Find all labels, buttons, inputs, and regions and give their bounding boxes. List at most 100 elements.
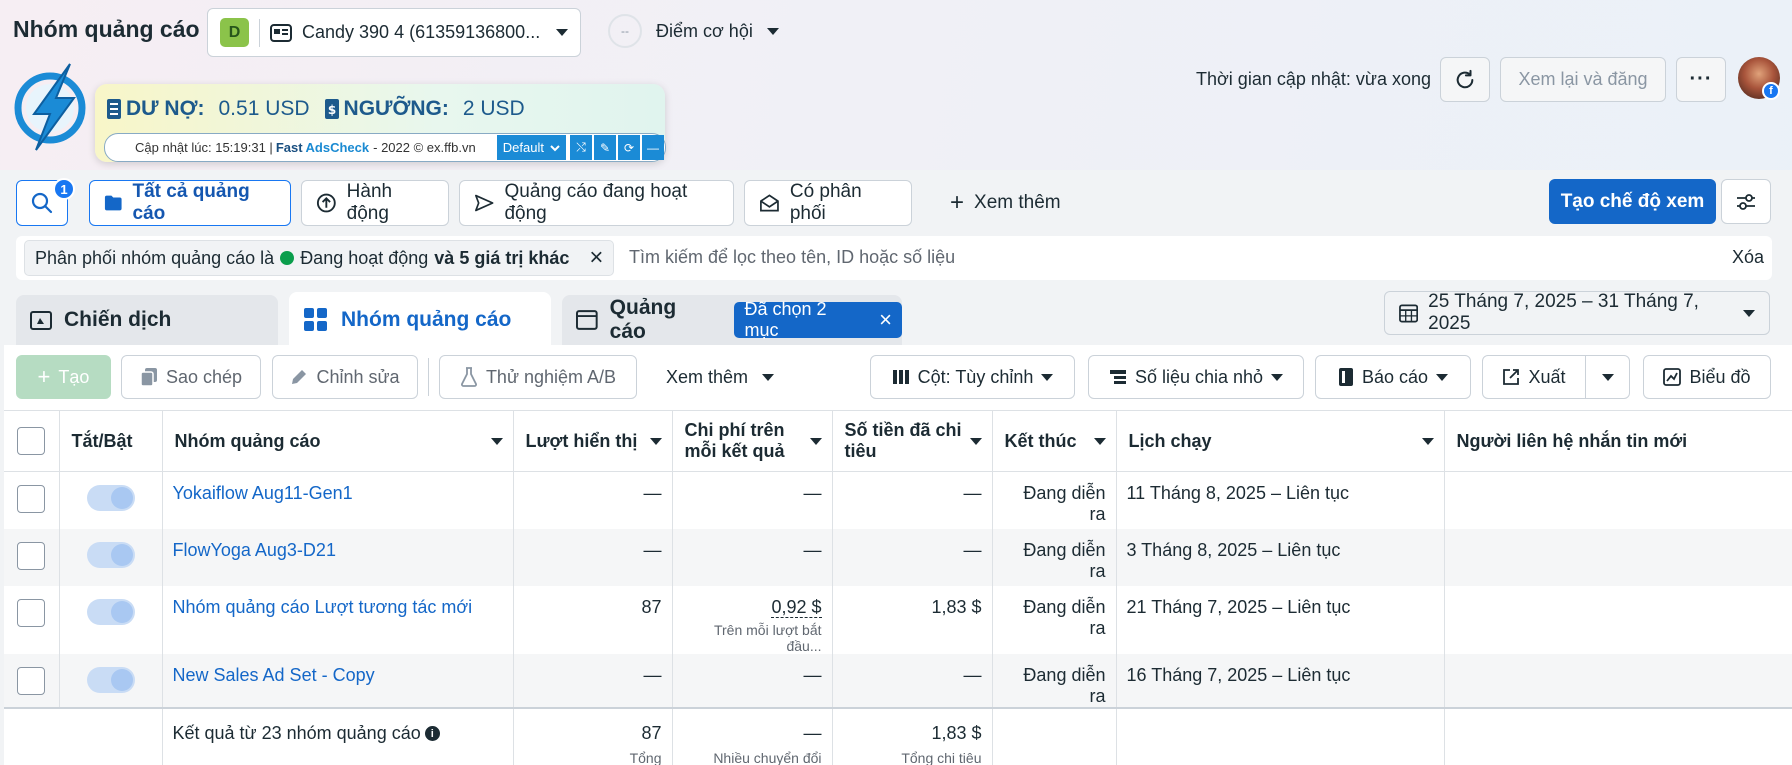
tab-all-ads-label: Tất cả quảng cáo <box>132 181 250 224</box>
column-name[interactable]: Nhóm quảng cáo <box>162 410 514 472</box>
create-view-button[interactable]: Tạo chế độ xem <box>1549 179 1716 224</box>
more-actions-label: Xem thêm <box>665 366 749 387</box>
create-button[interactable]: + Tạo <box>16 355 111 399</box>
totals-impressions-cell: 87 Tổng <box>513 706 673 765</box>
charts-button[interactable]: Biểu đồ <box>1643 355 1771 399</box>
tab-all-ads[interactable]: Tất cả quảng cáo <box>89 180 291 226</box>
refresh-icon <box>1456 69 1474 88</box>
chevron-down-icon <box>1436 373 1449 381</box>
ab-test-button[interactable]: Thử nghiệm A/B <box>439 355 637 399</box>
minimize-icon[interactable]: — <box>642 135 664 160</box>
date-range-picker[interactable]: 25 Tháng 7, 2025 – 31 Tháng 7, 2025 <box>1384 291 1770 335</box>
table-row[interactable]: Yokaiflow Aug11-Gen1 — — — Đang diễn ra … <box>4 471 1792 529</box>
schedule-cell: 11 Tháng 8, 2025 – Liên tục <box>1116 471 1445 529</box>
divider <box>428 358 429 396</box>
column-cost-per-result[interactable]: Chi phí trên mỗi kết quả <box>672 410 833 472</box>
tab-campaigns[interactable]: Chiến dịch <box>16 295 278 345</box>
opportunity-score[interactable]: -- Điểm cơ hội <box>608 14 779 48</box>
impressions-cell: — <box>513 471 673 529</box>
refresh-button[interactable] <box>1440 57 1490 102</box>
account-card-icon <box>270 23 292 42</box>
column-toggle[interactable]: Tắt/Bật <box>59 410 163 472</box>
adset-toggle[interactable] <box>86 598 135 625</box>
columns-icon <box>892 370 909 384</box>
sync-icon[interactable]: ⟳ <box>618 135 640 160</box>
view-settings-button[interactable] <box>1721 179 1771 224</box>
duplicate-button[interactable]: Sao chép <box>121 355 261 399</box>
column-schedule[interactable]: Lịch chạy <box>1116 410 1445 472</box>
profile-select[interactable]: Default <box>496 135 566 160</box>
export-button[interactable]: Xuất <box>1482 355 1586 399</box>
review-publish-button[interactable]: Xem lại và đăng <box>1500 57 1666 102</box>
amount-spent-cell: 1,83 $ <box>832 585 993 654</box>
column-amount-spent[interactable]: Số tiền đã chi tiêu <box>832 410 993 472</box>
row-checkbox[interactable] <box>17 541 46 570</box>
column-impressions-label: Lượt hiển thị <box>525 430 638 451</box>
totals-cpr: — <box>803 722 822 743</box>
column-new-messaging[interactable]: Người liên hệ nhắn tin mới <box>1444 410 1792 472</box>
totals-spent: 1,83 $ <box>931 722 982 743</box>
edit-button[interactable]: Chỉnh sửa <box>272 355 418 399</box>
chevron-down-icon <box>1743 309 1755 317</box>
filter-chip-suffix: và 5 giá trị khác <box>434 247 570 268</box>
adset-name-link[interactable]: Yokaiflow Aug11-Gen1 <box>173 483 353 503</box>
close-icon[interactable]: × <box>879 307 892 333</box>
adset-name-link[interactable]: FlowYoga Aug3-D21 <box>173 540 336 560</box>
adset-name-link[interactable]: Nhóm quảng cáo Lượt tương tác mới <box>173 597 473 617</box>
column-impressions[interactable]: Lượt hiển thị <box>513 410 673 472</box>
table-row[interactable]: Nhóm quảng cáo Lượt tương tác mới 87 0,9… <box>4 585 1792 654</box>
debt-label: DƯ NỢ: <box>126 97 205 120</box>
column-ends[interactable]: Kết thúc <box>992 410 1117 472</box>
sort-icon <box>969 438 982 445</box>
row-checkbox[interactable] <box>17 598 46 627</box>
more-options-button[interactable]: ··· <box>1676 57 1726 102</box>
external-link-icon <box>1503 369 1520 385</box>
table-row[interactable]: FlowYoga Aug3-D21 — — — Đang diễn ra 3 T… <box>4 528 1792 586</box>
selected-count-chip[interactable]: Đã chọn 2 mục × <box>734 299 903 340</box>
sort-icon <box>490 438 503 445</box>
tab-delivered-label: Có phân phối <box>789 181 862 224</box>
filter-search-input[interactable]: Tìm kiếm để lọc theo tên, ID hoặc số liệ… <box>629 247 955 268</box>
row-checkbox[interactable] <box>17 485 46 513</box>
search-count-badge: 1 <box>53 178 75 200</box>
adset-toggle[interactable] <box>86 666 135 693</box>
adset-toggle[interactable] <box>86 541 135 568</box>
account-selector[interactable]: D Candy 390 4 (61359136800... <box>207 8 581 57</box>
columns-button[interactable]: Cột: Tùy chỉnh <box>870 355 1075 399</box>
debt-value: 0.51 USD <box>218 97 310 120</box>
tab-see-more-label: Xem thêm <box>974 192 1061 213</box>
charts-label: Biểu đồ <box>1689 366 1751 387</box>
reports-button[interactable]: Báo cáo <box>1315 355 1471 399</box>
tab-delivered[interactable]: Có phân phối <box>744 180 912 226</box>
shuffle-icon[interactable]: ⤭ <box>570 135 592 160</box>
opportunity-score-circle: -- <box>608 14 642 48</box>
table-header-row: Tắt/Bật Nhóm quảng cáo Lượt hiển thị Chi… <box>4 410 1792 472</box>
chevron-down-icon <box>762 373 775 381</box>
threshold-value: 2 USD <box>462 97 525 120</box>
tab-adsets[interactable]: Nhóm quảng cáo <box>289 292 551 347</box>
tab-ads[interactable]: Quảng cáo Đã chọn 2 mục × <box>562 295 903 345</box>
tab-active-ads[interactable]: Quảng cáo đang hoạt động <box>459 180 734 226</box>
tab-actions[interactable]: Hành động <box>301 180 449 226</box>
adset-toggle[interactable] <box>86 485 135 511</box>
column-cost-per-result-label: Chi phí trên mỗi kết quả <box>684 420 785 461</box>
adset-name-link[interactable]: New Sales Ad Set - Copy <box>173 665 375 685</box>
breakdown-button[interactable]: Số liệu chia nhỏ <box>1088 355 1304 399</box>
more-actions-button[interactable]: Xem thêm <box>650 355 790 399</box>
clear-filters-button[interactable]: Xóa <box>1732 247 1764 268</box>
account-name: Candy 390 4 (61359136800... <box>302 22 541 42</box>
close-icon[interactable]: × <box>589 246 603 270</box>
cost-per-result-value[interactable]: 0,92 $ <box>771 596 822 618</box>
table-row[interactable]: New Sales Ad Set - Copy — — — Đang diễn … <box>4 653 1792 708</box>
ab-test-label: Thử nghiệm A/B <box>485 366 617 387</box>
amount-spent-cell: — <box>832 653 993 708</box>
row-checkbox[interactable] <box>17 666 46 695</box>
select-all-checkbox[interactable] <box>17 427 46 455</box>
schedule-cell: 16 Tháng 7, 2025 – Liên tục <box>1116 653 1445 708</box>
tab-see-more[interactable]: + Xem thêm <box>936 180 1076 226</box>
edit-icon[interactable]: ✎ <box>594 135 616 160</box>
export-dropdown-button[interactable] <box>1585 355 1630 399</box>
info-icon[interactable]: i <box>424 726 440 741</box>
breakdown-label: Số liệu chia nhỏ <box>1134 366 1264 387</box>
filter-chip[interactable]: Phân phối nhóm quảng cáo là Đang hoạt độ… <box>24 240 615 276</box>
